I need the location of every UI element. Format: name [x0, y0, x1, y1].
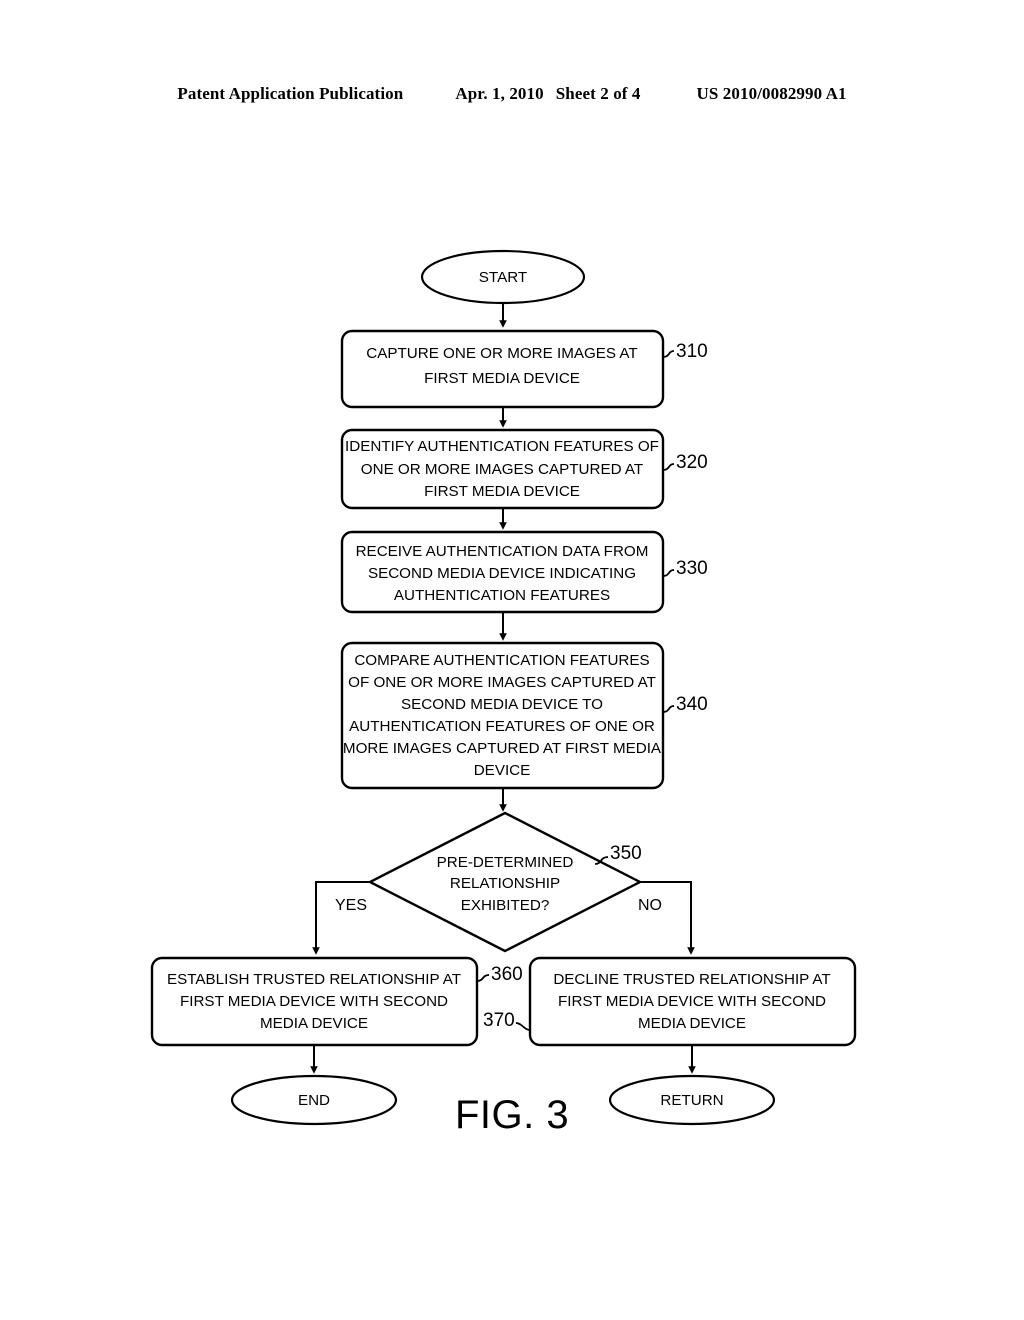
process-box-340-line-6: DEVICE: [474, 762, 531, 779]
leader-330: [662, 569, 675, 577]
reference-numeral-350: 350: [610, 843, 642, 864]
process-box-320-line-1: IDENTIFY AUTHENTICATION FEATURES OF: [345, 438, 659, 455]
process-box-370-line-2: FIRST MEDIA DEVICE WITH SECOND: [558, 993, 826, 1010]
process-box-320-line-2: ONE OR MORE IMAGES CAPTURED AT: [361, 461, 643, 478]
process-box-360-line-1: ESTABLISH TRUSTED RELATIONSHIP AT: [167, 971, 461, 988]
process-box-310-line-1: CAPTURE ONE OR MORE IMAGES AT: [366, 345, 637, 362]
start-terminal-label: START: [479, 269, 527, 286]
decision-350-line-3: EXHIBITED?: [461, 897, 550, 914]
leader-360: [476, 974, 490, 982]
branch-label-yes: YES: [335, 897, 367, 914]
leader-310: [662, 350, 675, 358]
reference-numeral-330: 330: [676, 558, 708, 579]
figure-caption: FIG. 3: [455, 1093, 570, 1137]
process-box-340-line-3: SECOND MEDIA DEVICE TO: [401, 696, 603, 713]
end-terminal-label: END: [298, 1092, 330, 1109]
leader-370: [515, 1022, 531, 1031]
connector-no-branch: [640, 881, 695, 955]
process-box-330-line-2: SECOND MEDIA DEVICE INDICATING: [368, 565, 636, 582]
decision-350-line-1: PRE-DETERMINED: [437, 854, 574, 871]
process-box-340-line-1: COMPARE AUTHENTICATION FEATURES: [354, 652, 649, 669]
branch-label-no: NO: [638, 897, 662, 914]
process-box-360-line-2: FIRST MEDIA DEVICE WITH SECOND: [180, 993, 448, 1010]
reference-numeral-360: 360: [491, 964, 523, 985]
process-box-310-line-2: FIRST MEDIA DEVICE: [424, 370, 580, 387]
process-box-330-line-3: AUTHENTICATION FEATURES: [394, 587, 610, 604]
process-box-310: [340, 329, 665, 409]
leader-340: [662, 705, 675, 713]
process-box-340-line-5: MORE IMAGES CAPTURED AT FIRST MEDIA: [343, 740, 662, 757]
process-box-340-line-4: AUTHENTICATION FEATURES OF ONE OR: [349, 718, 655, 735]
process-box-330-line-1: RECEIVE AUTHENTICATION DATA FROM: [356, 543, 649, 560]
reference-numeral-320: 320: [676, 452, 708, 473]
reference-numeral-370: 370: [483, 1010, 515, 1031]
process-box-370-line-3: MEDIA DEVICE: [638, 1015, 746, 1032]
leader-320: [662, 463, 675, 471]
process-box-340-line-2: OF ONE OR MORE IMAGES CAPTURED AT: [348, 674, 656, 691]
return-terminal-label: RETURN: [660, 1092, 723, 1109]
reference-numeral-340: 340: [676, 694, 708, 715]
connector-yes-branch: [312, 881, 370, 955]
process-box-370-line-1: DECLINE TRUSTED RELATIONSHIP AT: [553, 971, 830, 988]
decision-350-line-2: RELATIONSHIP: [450, 875, 560, 892]
process-box-360-line-3: MEDIA DEVICE: [260, 1015, 368, 1032]
process-box-320-line-3: FIRST MEDIA DEVICE: [424, 483, 580, 500]
reference-numeral-310: 310: [676, 341, 708, 362]
